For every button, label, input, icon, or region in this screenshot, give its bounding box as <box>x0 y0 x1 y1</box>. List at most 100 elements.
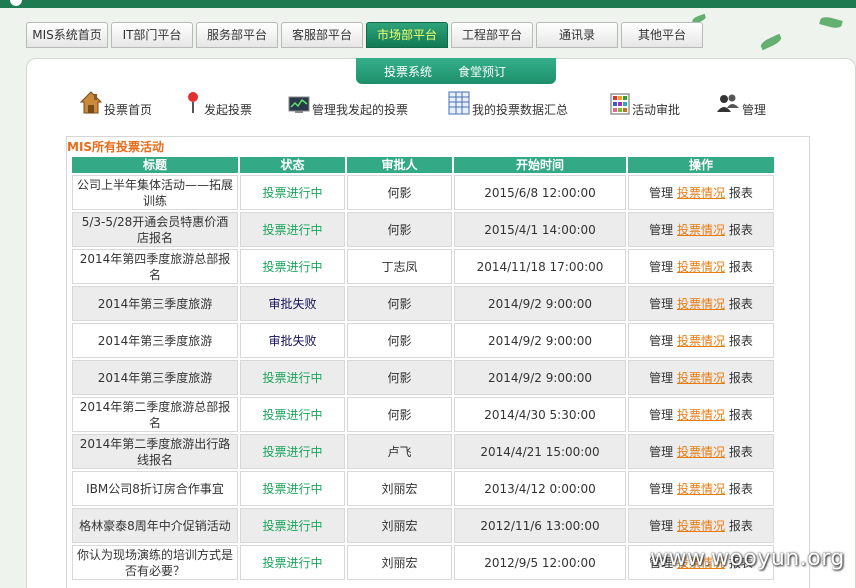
cell-title: 2014年第二季度旅游出行路线报名 <box>72 434 238 469</box>
table-row: 2014年第二季度旅游总部报名 投票进行中 何影 2014/4/30 5:30:00 管… <box>72 397 774 432</box>
cell-status: 审批失败 <box>240 286 345 321</box>
vote-result-link[interactable]: 投票情况 <box>677 519 725 533</box>
report-link[interactable]: 报表 <box>729 519 753 533</box>
cell-title: 格林豪泰8周年中介促销活动 <box>72 508 238 543</box>
logo-icon <box>8 0 24 8</box>
report-link[interactable]: 报表 <box>729 334 753 348</box>
column-header-start-time: 开始时间 <box>454 157 626 173</box>
table-row: 格林豪泰8周年中介促销活动 投票进行中 刘丽宏 2012/11/6 13:00:00 管… <box>72 508 774 543</box>
cell-start-time: 2015/4/1 14:00:00 <box>454 212 626 247</box>
report-link[interactable]: 报表 <box>729 297 753 311</box>
manage-link[interactable]: 管理 <box>649 519 673 533</box>
users-icon <box>716 93 740 118</box>
vote-result-link[interactable]: 投票情况 <box>677 260 725 274</box>
nav-tab[interactable]: 客服部平台 <box>281 22 363 48</box>
cell-approver: 何影 <box>347 323 452 358</box>
cell-title: IBM公司8折订房合作事宜 <box>72 471 238 506</box>
vote-result-link[interactable]: 投票情况 <box>677 408 725 422</box>
column-header-status: 状态 <box>240 157 345 173</box>
table-row: 5/3-5/28开通会员特惠价酒店报名 投票进行中 何影 2015/4/1 14:00… <box>72 212 774 247</box>
vote-result-link[interactable]: 投票情况 <box>677 186 725 200</box>
cell-approver: 刘丽宏 <box>347 545 452 580</box>
top-header-strip <box>0 0 856 8</box>
table-row: 2014年第三季度旅游 审批失败 何影 2014/9/2 9:00:00 管理 投票情况… <box>72 286 774 321</box>
cell-operations: 管理 投票情况 报表 <box>628 175 774 210</box>
manage-link[interactable]: 管理 <box>649 334 673 348</box>
vote-result-link[interactable]: 投票情况 <box>677 297 725 311</box>
cell-status: 投票进行中 <box>240 249 345 284</box>
report-link[interactable]: 报表 <box>729 186 753 200</box>
cell-title: 2014年第三季度旅游 <box>72 360 238 395</box>
cell-title: 2014年第二季度旅游总部报名 <box>72 397 238 432</box>
cell-operations: 管理 投票情况 报表 <box>628 323 774 358</box>
report-link[interactable]: 报表 <box>729 371 753 385</box>
cell-status: 投票进行中 <box>240 434 345 469</box>
cell-start-time: 2013/4/12 0:00:00 <box>454 471 626 506</box>
toolbar-activity-approval[interactable]: 活动审批 <box>610 88 680 118</box>
toolbar-manage[interactable]: 管理 <box>716 88 766 118</box>
cell-start-time: 2012/11/6 13:00:00 <box>454 508 626 543</box>
manage-link[interactable]: 管理 <box>649 186 673 200</box>
manage-link[interactable]: 管理 <box>649 408 673 422</box>
section-title: MIS所有投票活动 <box>67 140 165 154</box>
column-header-title: 标题 <box>72 157 238 173</box>
cell-approver: 丁志凤 <box>347 249 452 284</box>
nav-tab-active[interactable]: 市场部平台 <box>366 22 448 48</box>
manage-link[interactable]: 管理 <box>649 260 673 274</box>
report-link[interactable]: 报表 <box>729 408 753 422</box>
nav-tab[interactable]: 工程部平台 <box>451 22 533 48</box>
vote-result-link[interactable]: 投票情况 <box>677 482 725 496</box>
table-row: 2014年第三季度旅游 审批失败 何影 2014/9/2 9:00:00 管理 投票情况… <box>72 323 774 358</box>
nav-tab[interactable]: 其他平台 <box>621 22 703 48</box>
cell-title: 2014年第三季度旅游 <box>72 323 238 358</box>
table-row: 2014年第三季度旅游 投票进行中 何影 2014/9/2 9:00:00 管理 投票情… <box>72 360 774 395</box>
cell-title: 2014年第三季度旅游 <box>72 286 238 321</box>
report-link[interactable]: 报表 <box>729 445 753 459</box>
manage-link[interactable]: 管理 <box>649 223 673 237</box>
cell-approver: 刘丽宏 <box>347 471 452 506</box>
toolbar-vote-home[interactable]: 投票首页 <box>79 88 153 118</box>
report-link[interactable]: 报表 <box>729 260 753 274</box>
cell-status: 投票进行中 <box>240 175 345 210</box>
vote-result-link[interactable]: 投票情况 <box>677 334 725 348</box>
cell-start-time: 2012/9/5 12:00:00 <box>454 545 626 580</box>
nav-tab[interactable]: 通讯录 <box>536 22 618 48</box>
manage-link[interactable]: 管理 <box>649 482 673 496</box>
cell-status: 投票进行中 <box>240 212 345 247</box>
column-header-approver: 审批人 <box>347 157 452 173</box>
spreadsheet-icon <box>448 91 470 118</box>
cell-operations: 管理 投票情况 报表 <box>628 360 774 395</box>
toolbar-my-vote-data[interactable]: 我的投票数据汇总 <box>448 88 568 118</box>
subnav-canteen-booking[interactable]: 食堂预订 <box>458 63 506 80</box>
main-nav: MIS系统首页 IT部门平台 服务部平台 客服部平台 市场部平台 工程部平台 通… <box>26 22 856 48</box>
toolbar-label: 管理 <box>742 103 767 117</box>
vote-result-link[interactable]: 投票情况 <box>677 445 725 459</box>
cell-start-time: 2014/9/2 9:00:00 <box>454 360 626 395</box>
cell-operations: 管理 投票情况 报表 <box>628 397 774 432</box>
cell-operations: 管理 投票情况 报表 <box>628 471 774 506</box>
cell-start-time: 2014/4/21 15:00:00 <box>454 434 626 469</box>
report-link[interactable]: 报表 <box>729 482 753 496</box>
nav-tab[interactable]: 服务部平台 <box>196 22 278 48</box>
nav-tab[interactable]: IT部门平台 <box>111 22 193 48</box>
cell-status: 审批失败 <box>240 323 345 358</box>
toolbar-label: 活动审批 <box>632 103 681 117</box>
vote-result-link[interactable]: 投票情况 <box>677 371 725 385</box>
cell-start-time: 2014/4/30 5:30:00 <box>454 397 626 432</box>
cell-title: 2014年第四季度旅游总部报名 <box>72 249 238 284</box>
cell-status: 投票进行中 <box>240 360 345 395</box>
manage-link[interactable]: 管理 <box>649 297 673 311</box>
cell-operations: 管理 投票情况 报表 <box>628 508 774 543</box>
toolbar-label: 投票首页 <box>104 103 153 117</box>
cell-approver: 何影 <box>347 397 452 432</box>
toolbar-start-vote[interactable]: 发起投票 <box>184 88 252 118</box>
toolbar-manage-my-votes[interactable]: 管理我发起的投票 <box>288 88 408 118</box>
nav-tab[interactable]: MIS系统首页 <box>26 22 108 48</box>
toolbar-label: 我的投票数据汇总 <box>472 103 569 117</box>
table-row: 公司上半年集体活动——拓展训练 投票进行中 何影 2015/6/8 12:00:00 管… <box>72 175 774 210</box>
manage-link[interactable]: 管理 <box>649 445 673 459</box>
manage-link[interactable]: 管理 <box>649 371 673 385</box>
report-link[interactable]: 报表 <box>729 223 753 237</box>
vote-result-link[interactable]: 投票情况 <box>677 223 725 237</box>
subnav-vote-system[interactable]: 投票系统 <box>384 63 432 80</box>
